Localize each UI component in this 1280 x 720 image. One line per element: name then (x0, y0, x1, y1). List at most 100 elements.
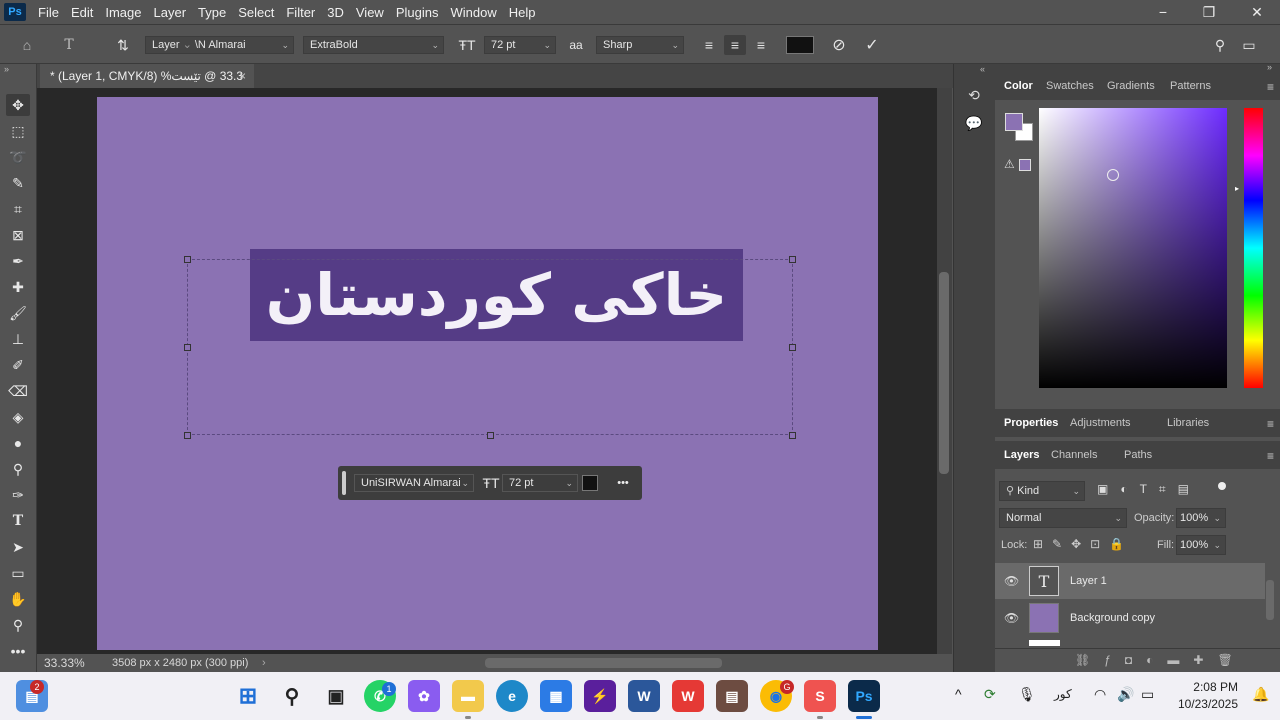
layers-scroll-thumb[interactable] (1266, 580, 1274, 620)
word-icon[interactable]: W (628, 680, 660, 712)
collapse-icon[interactable]: » (4, 64, 9, 74)
edge-icon[interactable]: e (496, 680, 528, 712)
menu-type[interactable]: Type (192, 5, 232, 20)
clock-date[interactable]: 10/23/2025 (1170, 697, 1238, 711)
layer-row[interactable]: 👁 Background copy (995, 600, 1265, 636)
tab-paths[interactable]: Paths (1124, 449, 1152, 461)
align-left-icon[interactable]: ≡ (698, 35, 720, 55)
menu-help[interactable]: Help (503, 5, 542, 20)
path-selection-tool-icon[interactable]: ➤ (6, 536, 30, 558)
menu-view[interactable]: View (350, 5, 390, 20)
opacity-field[interactable]: 100% ⌄ (1176, 508, 1226, 528)
font-style-select[interactable]: ExtraBold ⌄ (303, 36, 444, 54)
horizontal-scroll-thumb[interactable] (485, 658, 722, 668)
tab-properties[interactable]: Properties (1004, 417, 1058, 429)
sync-icon[interactable]: ⟳ (984, 686, 996, 703)
zoom-level[interactable]: 33.33% (44, 654, 85, 672)
frame-tool-icon[interactable]: ⊠ (6, 224, 30, 246)
chevron-up-icon[interactable]: ^ (955, 686, 962, 702)
tab-color[interactable]: Color (1004, 80, 1033, 92)
blend-mode-select[interactable]: Normal ⌄ (999, 508, 1127, 528)
layer-filter-select[interactable]: ⚲ Kind ⌄ (999, 481, 1085, 501)
menu-plugins[interactable]: Plugins (390, 5, 445, 20)
wps-icon[interactable]: W (672, 680, 704, 712)
language-indicator[interactable]: کور (1054, 687, 1072, 701)
object-select-tool-icon[interactable]: ✎ (6, 172, 30, 194)
move-tool-icon[interactable]: ✥ (6, 94, 30, 116)
transform-handle[interactable] (789, 344, 796, 351)
microphone-icon[interactable]: 🎙 (1018, 686, 1036, 703)
file-explorer-icon[interactable]: ▬ (452, 680, 484, 712)
menu-file[interactable]: File (32, 5, 65, 20)
hand-tool-icon[interactable]: ✋ (6, 588, 30, 610)
menu-layer[interactable]: Layer (148, 5, 193, 20)
layer-name[interactable]: Layer 1 (1070, 563, 1107, 599)
paint-bucket-tool-icon[interactable]: ◈ (6, 406, 30, 428)
font-family-select[interactable]: Layer ⌄ \N Almarai ⌄ (145, 36, 294, 54)
brush-tool-icon[interactable]: 🖌 (6, 302, 30, 324)
workspace-icon[interactable]: ▭ (1238, 35, 1260, 55)
tab-channels[interactable]: Channels (1051, 449, 1097, 461)
close-window-button[interactable]: ✕ (1234, 0, 1280, 24)
align-center-icon[interactable]: ≡ (724, 35, 746, 55)
collapse-panels-icon[interactable]: » (1267, 62, 1272, 72)
tab-gradients[interactable]: Gradients (1107, 80, 1155, 92)
gamut-color-swatch[interactable] (1019, 159, 1031, 171)
start-icon[interactable]: ⊞ (232, 680, 264, 712)
eyedropper-tool-icon[interactable]: ✒ (6, 250, 30, 272)
layer-name[interactable]: Background copy (1070, 600, 1155, 636)
antialias-select[interactable]: Sharp ⌄ (596, 36, 684, 54)
text-orientation-icon[interactable]: ⇅ (112, 35, 134, 55)
hue-slider[interactable] (1244, 108, 1263, 388)
healing-brush-tool-icon[interactable]: ✚ (6, 276, 30, 298)
menu-filter[interactable]: Filter (280, 5, 321, 20)
align-right-icon[interactable]: ≡ (750, 35, 772, 55)
wps-spreadsheet-icon[interactable]: S (804, 680, 836, 712)
restore-button[interactable]: ❐ (1186, 0, 1232, 24)
battery-icon[interactable]: ▭ (1141, 686, 1154, 703)
tab-layers[interactable]: Layers (1004, 449, 1039, 461)
context-size-select[interactable]: 72 pt ⌄ (502, 474, 578, 492)
tab-libraries[interactable]: Libraries (1167, 417, 1209, 429)
tab-patterns[interactable]: Patterns (1170, 80, 1211, 92)
zoom-tool-icon[interactable]: ⚲ (6, 614, 30, 636)
clock-time[interactable]: 2:08 PM (1170, 680, 1238, 694)
commit-check-icon[interactable]: ✓ (861, 35, 883, 55)
transform-handle[interactable] (789, 432, 796, 439)
clone-stamp-tool-icon[interactable]: ⊥ (6, 328, 30, 350)
context-color-swatch[interactable] (582, 475, 598, 491)
dodge-tool-icon[interactable]: ⚲ (6, 458, 30, 480)
layer-row[interactable]: 👁 T Layer 1 (995, 563, 1265, 599)
tab-adjustments[interactable]: Adjustments (1070, 417, 1131, 429)
photoshop-taskbar-icon[interactable]: Ps (848, 680, 880, 712)
text-color-swatch[interactable] (786, 36, 814, 54)
document-tab[interactable]: 33.3 @ تێست% (Layer 1, CMYK/8) * × (40, 64, 254, 88)
menu-select[interactable]: Select (232, 5, 280, 20)
panel-menu-icon[interactable]: ≡ (1267, 80, 1274, 94)
home-icon[interactable]: ⌂ (16, 35, 38, 55)
chevron-right-icon[interactable]: › (262, 654, 266, 672)
store-icon[interactable]: ▦ (540, 680, 572, 712)
volume-icon[interactable]: 🔊 (1117, 686, 1134, 703)
color-picker-cursor[interactable] (1107, 169, 1119, 181)
comments-icon[interactable]: 💬 (962, 112, 986, 134)
visibility-eye-icon[interactable]: 👁 (1004, 563, 1019, 599)
color-picker-field[interactable] (1039, 108, 1227, 388)
blur-tool-icon[interactable]: ● (6, 432, 30, 454)
foreground-color-swatch[interactable] (1005, 113, 1023, 131)
transform-handle[interactable] (487, 432, 494, 439)
panel-menu-icon[interactable]: ≡ (1267, 417, 1274, 431)
pen-tool-icon[interactable]: ✑ (6, 484, 30, 506)
task-view-icon[interactable]: ▣ (320, 680, 352, 712)
copilot-icon[interactable]: ✿ (408, 680, 440, 712)
more-tools-icon[interactable]: ••• (6, 640, 30, 662)
crop-tool-icon[interactable]: ⌗ (6, 198, 30, 220)
history-icon[interactable]: ⟲ (962, 84, 986, 106)
visibility-eye-icon[interactable]: 👁 (1004, 600, 1019, 636)
menu-edit[interactable]: Edit (65, 5, 99, 20)
transform-handle[interactable] (184, 432, 191, 439)
layer-filter-icons[interactable]: ▣◐T⌗▤ (1097, 482, 1201, 497)
close-tab-icon[interactable]: × (239, 64, 246, 88)
font-size-select[interactable]: 72 pt ⌄ (484, 36, 556, 54)
more-options-icon[interactable]: ••• (610, 473, 636, 493)
